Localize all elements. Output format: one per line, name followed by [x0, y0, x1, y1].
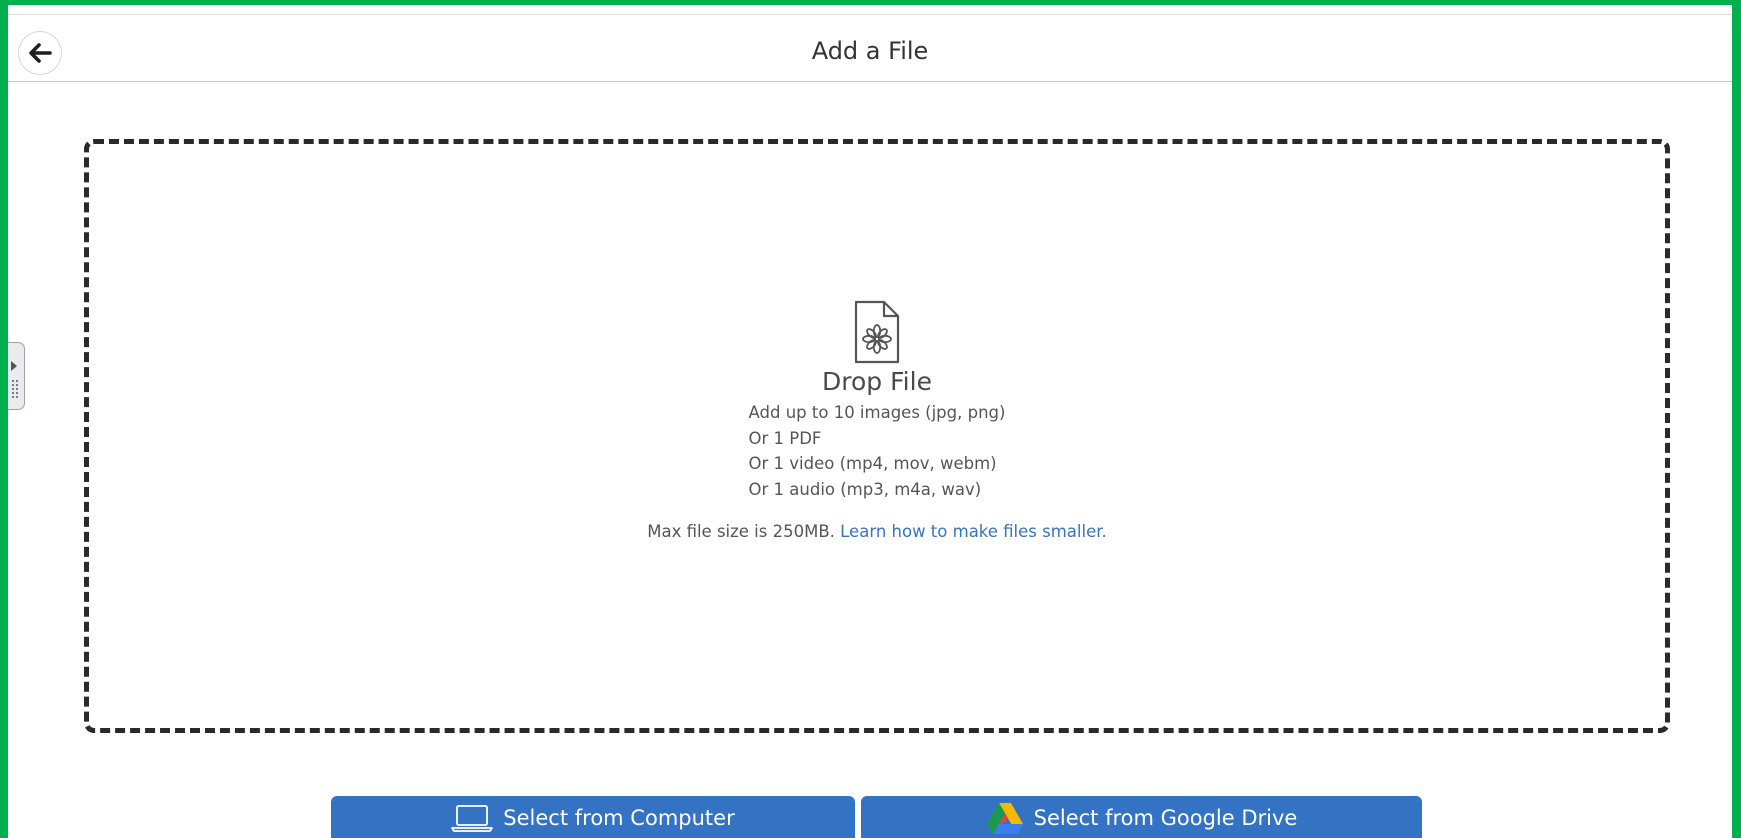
- drop-file-title: Drop File: [822, 367, 932, 396]
- select-from-computer-label: Select from Computer: [503, 805, 735, 830]
- select-from-google-drive-button[interactable]: Select from Google Drive: [861, 796, 1422, 838]
- accepted-file-types: Add up to 10 images (jpg, png) Or 1 PDF …: [749, 400, 1006, 502]
- accepted-line-pdf: Or 1 PDF: [748, 428, 822, 448]
- header-bar: Add a File: [8, 15, 1732, 82]
- page-title: Add a File: [811, 37, 929, 65]
- file-flower-icon: [854, 300, 900, 364]
- drag-grip-icon: [11, 379, 19, 399]
- google-drive-icon: [986, 802, 1023, 834]
- learn-smaller-files-link[interactable]: Learn how to make files smaller.: [840, 522, 1107, 541]
- max-file-size-note: Max file size is 250MB. Learn how to mak…: [89, 522, 1665, 541]
- side-panel-toggle[interactable]: [8, 342, 25, 410]
- select-from-computer-button[interactable]: Select from Computer: [331, 796, 855, 838]
- laptop-icon: [451, 804, 494, 832]
- chevron-right-icon: [11, 361, 17, 371]
- file-drop-zone[interactable]: Drop File Add up to 10 images (jpg, png)…: [84, 139, 1670, 733]
- accepted-line-audio: Or 1 audio (mp3, m4a, wav): [748, 479, 982, 499]
- max-file-size-text: Max file size is 250MB.: [647, 522, 835, 541]
- accepted-line-images: Add up to 10 images (jpg, png): [748, 403, 1006, 422]
- drop-zone-content: Drop File Add up to 10 images (jpg, png)…: [89, 299, 1665, 541]
- select-from-google-drive-label: Select from Google Drive: [1033, 805, 1298, 830]
- file-upload-panel: Add a File Drop File Add up to 10 images…: [8, 5, 1732, 838]
- accepted-line-video: Or 1 video (mp4, mov, webm): [748, 454, 997, 473]
